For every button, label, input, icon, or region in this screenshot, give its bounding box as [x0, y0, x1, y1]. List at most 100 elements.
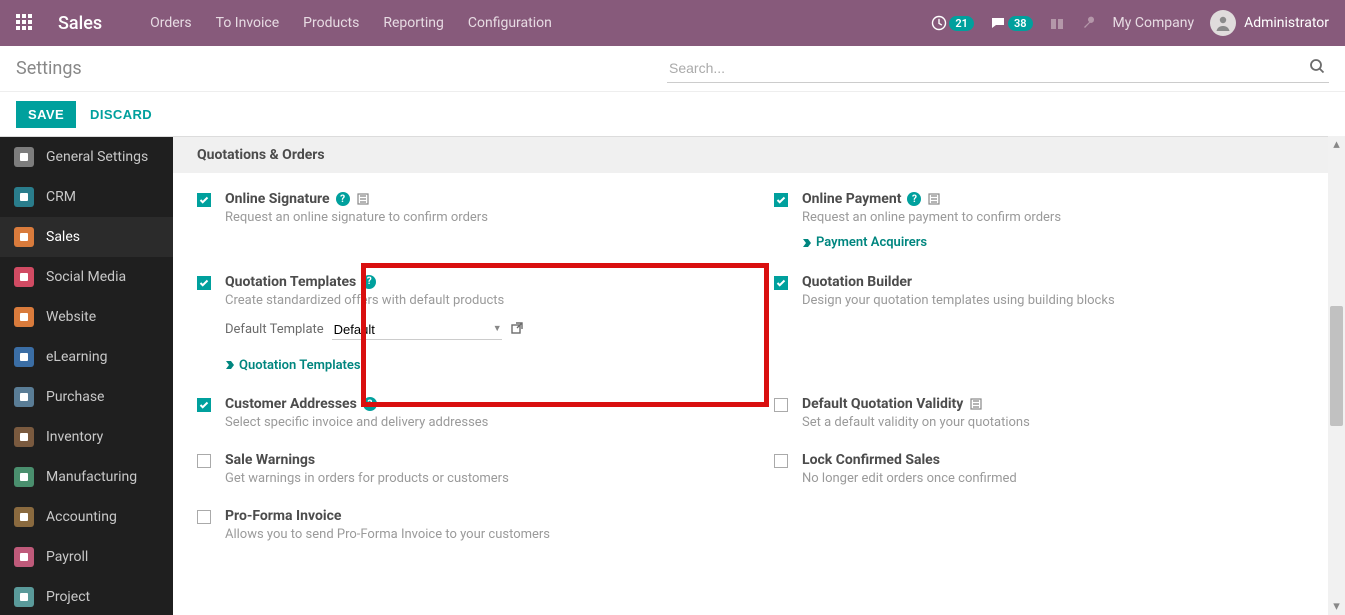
- setting-quotation-builder: Quotation Builder Design your quotation …: [774, 274, 1321, 375]
- apps-icon[interactable]: [16, 14, 34, 32]
- sidebar-item-elearning[interactable]: eLearning: [0, 337, 173, 377]
- sidebar-item-label: Accounting: [46, 509, 117, 525]
- setting-title: Default Quotation Validity: [802, 396, 963, 412]
- setting-proforma: Pro-Forma Invoice Allows you to send Pro…: [197, 508, 744, 542]
- discard-button[interactable]: DISCARD: [90, 107, 152, 122]
- control-bar: Settings: [0, 46, 1345, 92]
- help-icon[interactable]: ?: [362, 275, 376, 289]
- link-label: Quotation Templates: [239, 358, 361, 373]
- setting-desc: Design your quotation templates using bu…: [802, 293, 1321, 308]
- default-template-input[interactable]: [332, 320, 502, 340]
- sidebar-item-accounting[interactable]: Accounting: [0, 497, 173, 537]
- help-icon[interactable]: ?: [336, 192, 350, 206]
- setting-customer-addresses: Customer Addresses ? Select specific inv…: [197, 396, 744, 430]
- nav-link-reporting[interactable]: Reporting: [383, 15, 444, 31]
- sidebar-item-inventory[interactable]: Inventory: [0, 417, 173, 457]
- sidebar-item-social-media[interactable]: Social Media: [0, 257, 173, 297]
- nav-link-configuration[interactable]: Configuration: [468, 15, 552, 31]
- nav-link-to-invoice[interactable]: To Invoice: [216, 15, 280, 31]
- enterprise-icon: [927, 192, 941, 206]
- setting-title: Customer Addresses: [225, 396, 357, 412]
- setting-desc: Select specific invoice and delivery add…: [225, 415, 744, 430]
- search-input[interactable]: [667, 54, 1329, 83]
- sidebar-item-crm[interactable]: CRM: [0, 177, 173, 217]
- scroll-thumb[interactable]: [1330, 306, 1343, 426]
- checkbox-lock-confirmed[interactable]: [774, 454, 788, 468]
- sidebar-app-icon: [14, 427, 34, 447]
- sidebar-item-label: Manufacturing: [46, 469, 137, 485]
- link-label: Payment Acquirers: [816, 235, 927, 250]
- setting-lock-confirmed: Lock Confirmed Sales No longer edit orde…: [774, 452, 1321, 486]
- checkbox-default-validity[interactable]: [774, 398, 788, 412]
- clock-icon: [931, 15, 947, 31]
- settings-grid: Online Signature ? Request an online sig…: [173, 173, 1345, 546]
- setting-desc: Request an online signature to confirm o…: [225, 210, 744, 225]
- setting-online-signature: Online Signature ? Request an online sig…: [197, 191, 744, 252]
- scroll-up-icon[interactable]: ▴: [1328, 136, 1345, 153]
- sidebar-app-icon: [14, 587, 34, 607]
- checkbox-quotation-builder[interactable]: [774, 276, 788, 290]
- sidebar-item-payroll[interactable]: Payroll: [0, 537, 173, 577]
- help-icon[interactable]: ?: [907, 192, 921, 206]
- sidebar-app-icon: [14, 267, 34, 287]
- activity-indicator[interactable]: 21: [931, 15, 974, 31]
- nav-links: Orders To Invoice Products Reporting Con…: [150, 15, 931, 31]
- link-payment-acquirers[interactable]: Payment Acquirers: [802, 235, 927, 250]
- checkbox-proforma[interactable]: [197, 510, 211, 524]
- company-switcher[interactable]: My Company: [1113, 15, 1195, 31]
- setting-title: Pro-Forma Invoice: [225, 508, 341, 524]
- user-name: Administrator: [1244, 15, 1329, 31]
- checkbox-online-payment[interactable]: [774, 193, 788, 207]
- sidebar-app-icon: [14, 307, 34, 327]
- sidebar-item-label: Purchase: [46, 389, 104, 405]
- avatar-icon: [1210, 10, 1236, 36]
- sidebar-item-project[interactable]: Project: [0, 577, 173, 615]
- search-icon[interactable]: [1309, 58, 1325, 78]
- setting-title: Online Payment: [802, 191, 901, 207]
- setting-title: Quotation Builder: [802, 274, 912, 290]
- chat-icon: [990, 15, 1006, 31]
- action-bar: SAVE DISCARD: [0, 92, 1345, 136]
- sidebar-item-website[interactable]: Website: [0, 297, 173, 337]
- setting-desc: Set a default validity on your quotation…: [802, 415, 1321, 430]
- sidebar-app-icon: [14, 507, 34, 527]
- brand[interactable]: Sales: [58, 13, 102, 34]
- sidebar-item-label: CRM: [46, 189, 76, 205]
- setting-desc: Get warnings in orders for products or c…: [225, 471, 744, 486]
- settings-sidebar: General Settings CRM Sales Social MediaWebs…: [0, 137, 173, 615]
- default-template-dropdown[interactable]: ▼: [332, 320, 502, 340]
- sidebar-item-label: Sales: [46, 229, 80, 245]
- user-menu[interactable]: Administrator: [1210, 10, 1329, 36]
- discuss-count: 38: [1008, 16, 1033, 31]
- wrench-icon[interactable]: [1081, 15, 1097, 31]
- checkbox-sale-warnings[interactable]: [197, 454, 211, 468]
- sidebar-app-icon: [14, 187, 34, 207]
- sidebar-item-general-settings[interactable]: General Settings: [0, 137, 173, 177]
- vertical-scrollbar[interactable]: ▴ ▾: [1328, 136, 1345, 615]
- checkbox-online-signature[interactable]: [197, 193, 211, 207]
- setting-online-payment: Online Payment ? Request an online payme…: [774, 191, 1321, 252]
- enterprise-icon: [356, 192, 370, 206]
- nav-right: 21 38 My Company Administrator: [931, 10, 1329, 36]
- nav-link-orders[interactable]: Orders: [150, 15, 192, 31]
- checkbox-quotation-templates[interactable]: [197, 276, 211, 290]
- setting-desc: Request an online payment to confirm ord…: [802, 210, 1321, 225]
- sidebar-app-icon: [14, 467, 34, 487]
- checkbox-customer-addresses[interactable]: [197, 398, 211, 412]
- settings-content: Quotations & Orders Online Signature ? R…: [173, 137, 1345, 615]
- sidebar-item-manufacturing[interactable]: Manufacturing: [0, 457, 173, 497]
- discuss-indicator[interactable]: 38: [990, 15, 1033, 31]
- sidebar-app-icon: [14, 147, 34, 167]
- sidebar-item-purchase[interactable]: Purchase: [0, 377, 173, 417]
- help-icon[interactable]: ?: [363, 397, 377, 411]
- external-link-icon[interactable]: [510, 321, 524, 339]
- sidebar-item-label: eLearning: [46, 349, 107, 365]
- save-button[interactable]: SAVE: [16, 101, 76, 128]
- gift-icon[interactable]: [1049, 15, 1065, 31]
- sidebar-item-sales[interactable]: Sales: [0, 217, 173, 257]
- scroll-down-icon[interactable]: ▾: [1328, 598, 1345, 615]
- link-quotation-templates[interactable]: Quotation Templates: [225, 358, 361, 373]
- sidebar-app-icon: [14, 347, 34, 367]
- top-nav: Sales Orders To Invoice Products Reporti…: [0, 0, 1345, 46]
- nav-link-products[interactable]: Products: [303, 15, 359, 31]
